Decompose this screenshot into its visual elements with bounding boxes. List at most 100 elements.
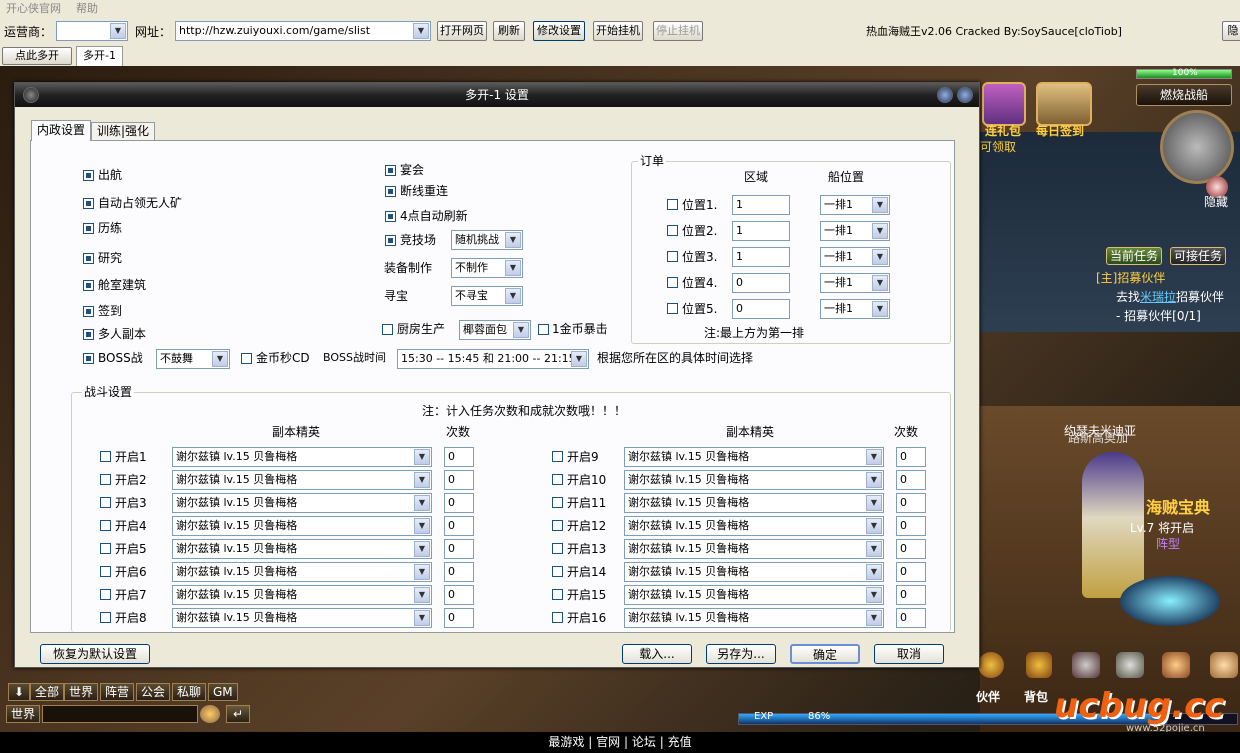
battle-dungeon-select[interactable]: 谢尔兹镇 lv.15 贝鲁梅格 ▼ — [172, 539, 432, 559]
kitchen-select[interactable]: 椰蓉面包 ▼ — [459, 320, 531, 340]
battle-enable-checkbox[interactable] — [552, 520, 563, 531]
gold-crit-checkbox[interactable] — [538, 324, 549, 335]
chat-input[interactable] — [42, 705, 198, 723]
footer-link-recharge[interactable]: 充值 — [668, 735, 692, 749]
chat-tab-gm[interactable]: GM — [208, 683, 238, 701]
hide-button[interactable]: 隐藏 — [1222, 21, 1240, 41]
battle-count-input[interactable]: 0 — [896, 539, 926, 559]
battle-count-input[interactable]: 0 — [896, 447, 926, 467]
order-area-input[interactable]: 1 — [732, 195, 790, 215]
reset-default-button[interactable]: 恢复为默认设置 — [40, 644, 150, 664]
tab-training[interactable]: 训练|强化 — [91, 122, 156, 140]
battle-enable-checkbox[interactable] — [552, 474, 563, 485]
battle-count-input[interactable]: 0 — [444, 585, 474, 605]
left-option-checkbox[interactable] — [83, 280, 94, 291]
battle-dungeon-select[interactable]: 谢尔兹镇 lv.15 贝鲁梅格 ▼ — [172, 562, 432, 582]
boss-dance-select[interactable]: 不鼓舞 ▼ — [156, 349, 230, 369]
battle-enable-checkbox[interactable] — [552, 566, 563, 577]
battle-count-input[interactable]: 0 — [444, 516, 474, 536]
left-option-checkbox[interactable] — [83, 170, 94, 181]
forge-icon[interactable] — [1072, 652, 1100, 678]
battle-count-input[interactable]: 0 — [896, 562, 926, 582]
left-option-checkbox[interactable] — [83, 306, 94, 317]
battle-enable-checkbox[interactable] — [552, 497, 563, 508]
compass-icon[interactable] — [1160, 110, 1234, 184]
tab-multi-1[interactable]: 多开-1 — [76, 46, 123, 66]
battle-enable-checkbox[interactable] — [552, 612, 563, 623]
order-row-checkbox[interactable] — [667, 303, 678, 314]
battle-enable-checkbox[interactable] — [100, 451, 111, 462]
daily-signin-icon[interactable] — [1036, 82, 1092, 126]
minimize-icon[interactable] — [937, 87, 953, 103]
battle-dungeon-select[interactable]: 谢尔兹镇 lv.15 贝鲁梅格 ▼ — [624, 493, 884, 513]
operator-select[interactable]: ▼ — [56, 21, 128, 41]
order-ship-select[interactable]: 一排1 ▼ — [820, 273, 890, 293]
battle-dungeon-select[interactable]: 谢尔兹镇 lv.15 贝鲁梅格 ▼ — [624, 516, 884, 536]
activity-icon[interactable] — [1210, 652, 1238, 678]
mid-option-checkbox[interactable] — [385, 235, 396, 246]
chat-tab-all[interactable]: 全部 — [30, 683, 65, 701]
bag-icon[interactable] — [1026, 652, 1052, 678]
battle-count-input[interactable]: 0 — [444, 539, 474, 559]
battle-dungeon-select[interactable]: 谢尔兹镇 lv.15 贝鲁梅格 ▼ — [624, 447, 884, 467]
multi-open-button[interactable]: 点此多开 — [2, 47, 72, 65]
battle-count-input[interactable]: 0 — [896, 470, 926, 490]
battle-enable-checkbox[interactable] — [552, 589, 563, 600]
battle-count-input[interactable]: 0 — [444, 493, 474, 513]
mid-option-checkbox[interactable] — [385, 211, 396, 222]
refresh-button[interactable]: 刷新 — [493, 21, 525, 41]
url-input[interactable]: http://hzw.zuiyouxi.com/game/slist ▼ — [175, 21, 431, 41]
shop-icon[interactable] — [1162, 652, 1190, 678]
modify-settings-button[interactable]: 修改设置 — [533, 21, 585, 41]
arena-select[interactable]: 随机挑战 ▼ — [451, 230, 523, 250]
close-icon[interactable] — [957, 87, 973, 103]
battle-count-input[interactable]: 0 — [896, 585, 926, 605]
battle-dungeon-select[interactable]: 谢尔兹镇 lv.15 贝鲁梅格 ▼ — [624, 470, 884, 490]
chat-tab-private[interactable]: 私聊 — [172, 683, 207, 701]
open-page-button[interactable]: 打开网页 — [437, 21, 487, 41]
tab-current-quest[interactable]: 当前任务 — [1106, 247, 1162, 265]
battle-count-input[interactable]: 0 — [896, 608, 926, 628]
battle-count-input[interactable]: 0 — [896, 493, 926, 513]
order-area-input[interactable]: 0 — [732, 299, 790, 319]
boss-time-select[interactable]: 15:30 -- 15:45 和 21:00 -- 21:15 ▼ — [397, 349, 589, 369]
ok-button[interactable]: 确定 — [790, 644, 860, 664]
battle-dungeon-select[interactable]: 谢尔兹镇 lv.15 贝鲁梅格 ▼ — [172, 608, 432, 628]
order-row-checkbox[interactable] — [667, 225, 678, 236]
footer-link-zuiyouxi[interactable]: 最游戏 — [548, 735, 584, 749]
save-as-button[interactable]: 另存为... — [706, 644, 776, 664]
battle-count-input[interactable]: 0 — [444, 562, 474, 582]
gold-cd-checkbox[interactable] — [241, 353, 252, 364]
treasure-select[interactable]: 不寻宝 ▼ — [451, 286, 523, 306]
battle-count-input[interactable]: 0 — [444, 608, 474, 628]
tab-domestic[interactable]: 内政设置 — [31, 120, 92, 141]
battle-enable-checkbox[interactable] — [100, 497, 111, 508]
battle-enable-checkbox[interactable] — [100, 520, 111, 531]
battle-count-input[interactable]: 0 — [896, 516, 926, 536]
battle-dungeon-select[interactable]: 谢尔兹镇 lv.15 贝鲁梅格 ▼ — [624, 539, 884, 559]
window-menu-icon[interactable] — [23, 87, 39, 103]
start-afk-button[interactable]: 开始挂机 — [593, 21, 643, 41]
stop-afk-button[interactable]: 停止挂机 — [653, 21, 703, 41]
battle-dungeon-select[interactable]: 谢尔兹镇 lv.15 贝鲁梅格 ▼ — [172, 470, 432, 490]
chat-tab-world[interactable]: 世界 — [64, 683, 99, 701]
chat-tab-camp[interactable]: 阵营 — [100, 683, 135, 701]
partner-icon[interactable] — [978, 652, 1004, 678]
kitchen-checkbox[interactable] — [382, 324, 393, 335]
order-ship-select[interactable]: 一排1 ▼ — [820, 195, 890, 215]
load-button[interactable]: 载入... — [622, 644, 692, 664]
battle-dungeon-select[interactable]: 谢尔兹镇 lv.15 贝鲁梅格 ▼ — [624, 585, 884, 605]
treasure-book-title[interactable]: 海贼宝典 — [1146, 494, 1210, 518]
chat-tab-guild[interactable]: 公会 — [136, 683, 171, 701]
order-ship-select[interactable]: 一排1 ▼ — [820, 247, 890, 267]
dialog-titlebar[interactable]: 多开-1 设置 — [15, 83, 979, 107]
battle-enable-checkbox[interactable] — [100, 474, 111, 485]
battle-dungeon-select[interactable]: 谢尔兹镇 lv.15 贝鲁梅格 ▼ — [624, 562, 884, 582]
battle-enable-checkbox[interactable] — [552, 543, 563, 554]
left-option-checkbox[interactable] — [83, 253, 94, 264]
chat-channel-select[interactable]: 世界 — [6, 705, 40, 723]
battle-dungeon-select[interactable]: 谢尔兹镇 lv.15 贝鲁梅格 ▼ — [172, 493, 432, 513]
equip-select[interactable]: 不制作 ▼ — [451, 258, 523, 278]
footer-link-forum[interactable]: 论坛 — [632, 735, 656, 749]
cancel-button[interactable]: 取消 — [874, 644, 944, 664]
